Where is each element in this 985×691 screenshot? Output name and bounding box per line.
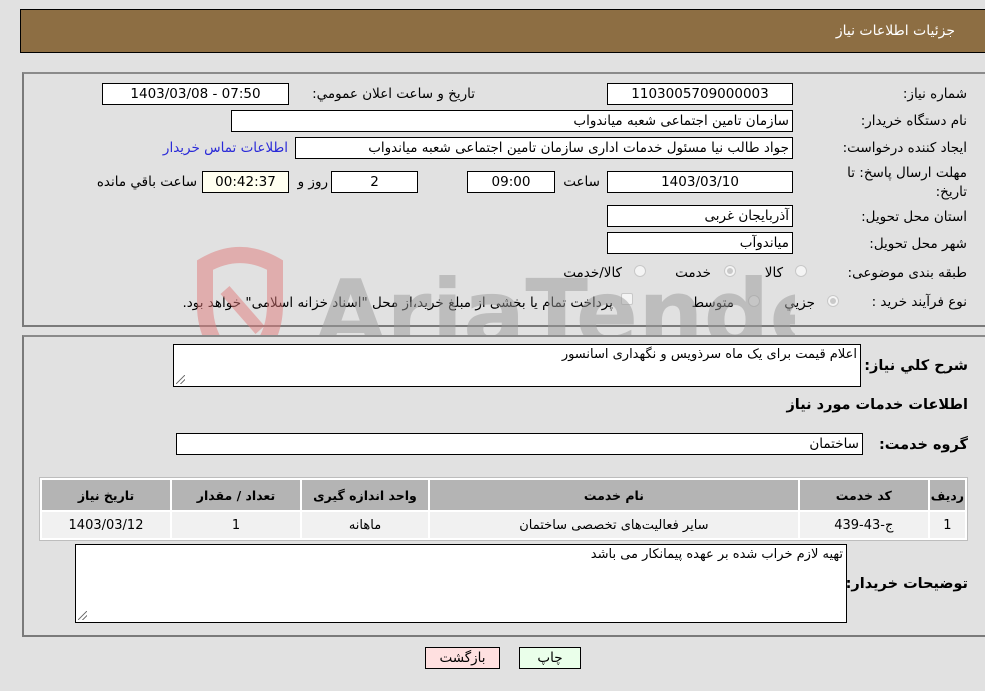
time-remaining-field: 00:42:37 [202, 171, 289, 193]
col-quantity: تعداد / مقدار [172, 480, 300, 510]
cell-quantity: 1 [172, 512, 300, 538]
cell-unit: ماهانه [302, 512, 428, 538]
purchase-type-label: نوع فرآیند خرید : [871, 294, 967, 310]
category-option-goods-service: کالا/خدمت [563, 265, 622, 281]
category-radio-service[interactable] [724, 265, 736, 277]
col-row-number: ردیف [929, 480, 965, 510]
need-number-label: شماره نیاز: [902, 86, 967, 102]
services-heading: اطلاعات خدمات مورد نیاز [786, 397, 968, 413]
time-remaining-label: ساعت باقي مانده [96, 174, 197, 190]
col-unit: واحد اندازه گیری [302, 480, 428, 510]
purchase-type-radio-medium[interactable] [748, 295, 760, 307]
service-group-label: گروه خدمت: [878, 437, 968, 453]
summary-label: شرح کلي نياز: [864, 358, 968, 374]
category-radio-goods[interactable] [795, 265, 807, 277]
page-title: جزئیات اطلاعات نیاز [835, 23, 955, 39]
need-number-field[interactable]: 1103005709000003 [607, 83, 793, 105]
cell-row-number: 1 [929, 512, 965, 538]
buyer-notes-text: تهیه لازم خراب شده بر عهده پیمانکار می ب… [590, 547, 843, 562]
category-option-goods: کالا [764, 265, 783, 281]
deadline-label-text: مهلت ارسال پاسخ: تا تاریخ: [847, 165, 967, 200]
resize-grip-icon[interactable] [78, 611, 87, 620]
city-label: شهر محل تحویل: [869, 236, 967, 252]
table-header-row: ردیف کد خدمت نام خدمت واحد اندازه گیری ت… [42, 480, 965, 510]
city-field[interactable]: میاندوآب [607, 232, 793, 254]
category-radio-goods-service[interactable] [634, 265, 646, 277]
buyer-notes-label: توضیحات خریدار: [845, 576, 968, 592]
announce-datetime-label: تاریخ و ساعت اعلان عمومي: [312, 86, 475, 102]
summary-textarea[interactable]: اعلام قیمت برای یک ماه سرذویس و نگهداری … [173, 344, 861, 387]
days-remaining-field[interactable]: 2 [331, 171, 418, 193]
requester-field[interactable]: جواد طالب نیا مسئول خدمات اداری سازمان ت… [295, 137, 793, 159]
province-field[interactable]: آذربایجان غربی [607, 205, 793, 227]
purchase-type-option-minor: جزيي [784, 295, 815, 311]
cell-service-code: ج-43-439 [799, 512, 928, 538]
col-need-date: تاریخ نیاز [42, 480, 170, 510]
days-label: روز و [297, 174, 328, 190]
treasury-note: پرداخت تمام یا بخشی از مبلغ خرید،از محل … [182, 295, 613, 311]
cell-need-date: 1403/03/12 [42, 512, 170, 538]
buyer-notes-textarea[interactable]: تهیه لازم خراب شده بر عهده پیمانکار می ب… [75, 544, 847, 623]
print-button[interactable]: چاپ [519, 647, 581, 669]
buyer-org-label: نام دستگاه خریدار: [860, 113, 967, 129]
treasury-checkbox[interactable] [621, 293, 633, 305]
province-label: استان محل تحویل: [861, 209, 967, 225]
services-table: ردیف کد خدمت نام خدمت واحد اندازه گیری ت… [39, 477, 968, 541]
deadline-time-label: ساعت [563, 174, 600, 190]
deadline-date-field[interactable]: 1403/03/10 [607, 171, 793, 193]
service-group-field[interactable]: ساختمان [176, 433, 863, 455]
buyer-contact-link[interactable]: اطلاعات تماس خریدار [163, 140, 288, 156]
announce-datetime-field[interactable]: 1403/03/08 - 07:50 [102, 83, 289, 105]
resize-grip-icon[interactable] [176, 375, 185, 384]
requester-label: ایجاد کننده درخواست: [842, 140, 967, 156]
buyer-org-field[interactable]: سازمان تامین اجتماعی شعبه میاندواب [231, 110, 793, 132]
table-row: 1 ج-43-439 سایر فعالیت‌های تخصصی ساختمان… [42, 512, 965, 538]
deadline-label: مهلت ارسال پاسخ: تا تاریخ: [847, 164, 967, 202]
category-option-service: خدمت [675, 265, 711, 281]
purchase-type-radio-minor[interactable] [827, 295, 839, 307]
col-service-name: نام خدمت [430, 480, 798, 510]
purchase-type-option-medium: متوسط [691, 295, 734, 311]
deadline-time-field[interactable]: 09:00 [467, 171, 555, 193]
page-header: جزئیات اطلاعات نیاز [20, 9, 985, 53]
summary-text: اعلام قیمت برای یک ماه سرذویس و نگهداری … [561, 347, 857, 362]
cell-service-name: سایر فعالیت‌های تخصصی ساختمان [430, 512, 798, 538]
category-label: طبقه بندی موضوعی: [847, 265, 967, 281]
back-button[interactable]: بازگشت [425, 647, 500, 669]
col-service-code: کد خدمت [799, 480, 928, 510]
